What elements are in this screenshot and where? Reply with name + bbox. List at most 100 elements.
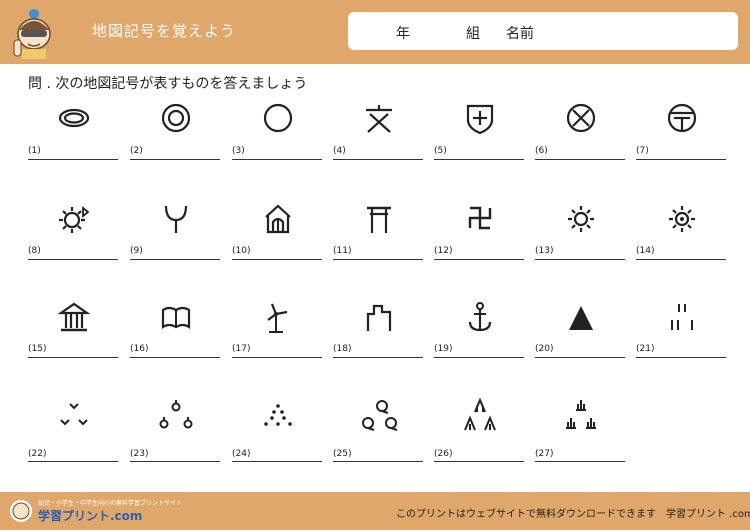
symbol-question-20: (20) (535, 300, 627, 370)
orchard-icon (159, 400, 193, 429)
answer-line[interactable] (636, 159, 726, 160)
answer-line[interactable] (434, 461, 524, 462)
question-number: (24) (232, 449, 251, 459)
answer-line[interactable] (434, 357, 524, 358)
symbol-question-26: (26) (434, 398, 526, 468)
answer-line[interactable] (636, 357, 726, 358)
symbol-question-3: (3) (232, 102, 324, 172)
question-number: (19) (434, 344, 453, 354)
symbol-question-19: (19) (434, 300, 526, 370)
question-number: (22) (28, 449, 47, 459)
year-label: 年 (396, 26, 410, 42)
hospital-icon (466, 104, 494, 135)
answer-line[interactable] (232, 259, 322, 260)
fire-station-icon (164, 205, 188, 233)
question-number: (2) (130, 146, 143, 156)
question-number: (5) (434, 146, 447, 156)
question-number: (21) (636, 344, 655, 354)
symbol-question-22: (22) (28, 398, 120, 468)
symbol-question-1: (1) (28, 102, 120, 172)
symbol-question-25: (25) (333, 398, 425, 468)
question-number: (4) (333, 146, 346, 156)
answer-line[interactable] (333, 159, 423, 160)
broadleaf-forest-icon (362, 400, 398, 431)
answer-line[interactable] (434, 159, 524, 160)
logo-text: 学習プリント.com (38, 509, 143, 523)
question-number: (17) (232, 344, 251, 354)
answer-line[interactable] (535, 357, 625, 358)
answer-line[interactable] (28, 259, 118, 260)
symbol-question-11: (11) (333, 202, 425, 272)
symbol-question-18: (18) (333, 300, 425, 370)
question-number: (20) (535, 344, 554, 354)
worksheet-title: 地図記号を覚えよう (92, 22, 237, 40)
question-number: (14) (636, 246, 655, 256)
question-number: (3) (232, 146, 245, 156)
symbol-question-9: (9) (130, 202, 222, 272)
answer-line[interactable] (28, 159, 118, 160)
triangulation-point-icon (569, 306, 593, 330)
question-number: (7) (636, 146, 649, 156)
answer-line[interactable] (130, 159, 220, 160)
answer-line[interactable] (333, 259, 423, 260)
symbol-question-15: (15) (28, 300, 120, 370)
symbol-question-23: (23) (130, 398, 222, 468)
field-icon (60, 403, 88, 426)
prefecture-office-icon (161, 103, 191, 133)
question-number: (27) (535, 449, 554, 459)
symbol-question-7: (7) (636, 102, 728, 172)
answer-line[interactable] (535, 461, 625, 462)
question-number: (9) (130, 246, 143, 256)
question-number: (15) (28, 344, 47, 354)
symbol-question-13: (13) (535, 202, 627, 272)
post-office-icon (667, 103, 697, 133)
answer-line[interactable] (130, 461, 220, 462)
name-box: 年 組 名前 (348, 12, 738, 50)
class-label: 組 (466, 26, 480, 42)
shrine-icon (367, 206, 391, 233)
coniferous-forest-icon (464, 398, 496, 431)
police-station-icon (566, 103, 596, 133)
castle-ruin-icon (366, 304, 392, 331)
question-number: (23) (130, 449, 149, 459)
answer-line[interactable] (232, 357, 322, 358)
museum-icon (57, 302, 91, 332)
school-icon (366, 105, 392, 133)
symbol-question-14: (14) (636, 202, 728, 272)
name-label: 名前 (506, 26, 534, 42)
question-number: (11) (333, 246, 352, 256)
answer-line[interactable] (535, 159, 625, 160)
answer-line[interactable] (434, 259, 524, 260)
question-number: (6) (535, 146, 548, 156)
answer-line[interactable] (333, 357, 423, 358)
question-number: (8) (28, 246, 41, 256)
symbol-question-12: (12) (434, 202, 526, 272)
question-number: (13) (535, 246, 554, 256)
question-number: (1) (28, 146, 41, 156)
question-number: (10) (232, 246, 251, 256)
answer-line[interactable] (232, 461, 322, 462)
tea-field-icon (264, 404, 292, 426)
symbol-question-16: (16) (130, 300, 222, 370)
wasteland-icon (566, 400, 596, 429)
answer-line[interactable] (232, 159, 322, 160)
nursing-home-icon (265, 204, 291, 234)
answer-line[interactable] (28, 461, 118, 462)
mascot-icon (13, 9, 51, 59)
answer-line[interactable] (130, 259, 220, 260)
answer-line[interactable] (535, 259, 625, 260)
logo-tagline: 幼児・小学生・中学生向けの無料学習プリントサイト (38, 500, 183, 507)
symbol-question-10: (10) (232, 202, 324, 272)
question-number: (16) (130, 344, 149, 354)
question-text: 問 . 次の地図記号が表すものを答えましょう (28, 76, 308, 92)
answer-line[interactable] (333, 461, 423, 462)
symbol-question-21: (21) (636, 300, 728, 370)
answer-line[interactable] (636, 259, 726, 260)
power-plant-icon (568, 206, 594, 232)
answer-line[interactable] (28, 357, 118, 358)
answer-line[interactable] (130, 357, 220, 358)
city-hall-icon (263, 103, 293, 133)
wind-turbine-icon (267, 303, 288, 333)
town-office-icon (669, 206, 695, 232)
download-notice: このプリントはウェブサイトで無料ダウンロードできます 学習プリント .com (396, 509, 750, 520)
